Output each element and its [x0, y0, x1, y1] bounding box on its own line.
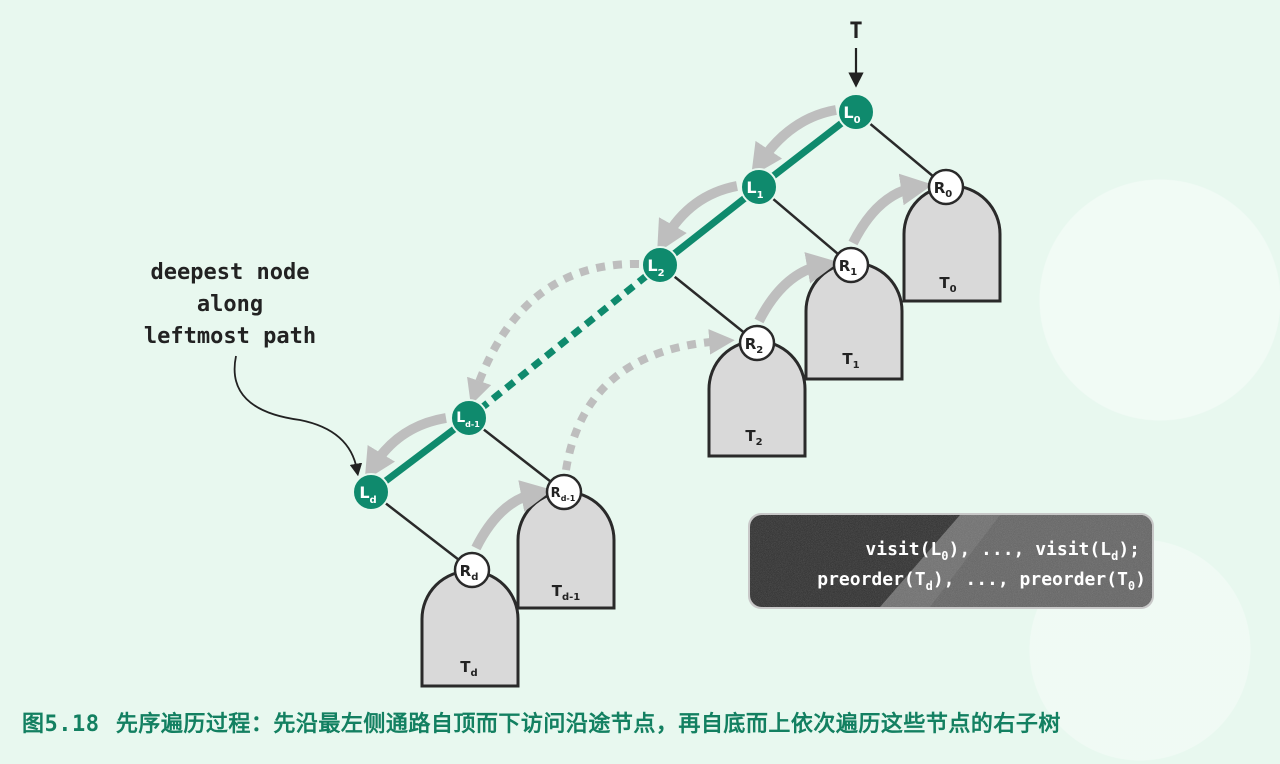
node-ld1: Ld-1 — [450, 399, 488, 437]
caption-text: 先序遍历过程：先沿最左侧通路自顶而下访问沿途节点，再自底而上依次遍历这些节点的右… — [115, 712, 1061, 737]
annotation-line-2: along — [197, 292, 263, 317]
node-rd: Rd — [453, 551, 491, 589]
figure-stage: T deepest node along leftmost path L0 L1… — [0, 0, 1280, 764]
figure-caption: 图5.18 先序遍历过程：先沿最左侧通路自顶而下访问沿途节点，再自底而上依次遍历… — [22, 706, 1258, 746]
code-line-2-seg-4: ) — [1135, 569, 1146, 590]
annotation-line-1: deepest node — [151, 260, 310, 285]
annotation-arrow — [233, 355, 363, 477]
annotation-line-3: leftmost path — [144, 324, 316, 349]
node-l1: L1 — [740, 168, 778, 206]
root-pointer: T — [848, 19, 864, 88]
code-line-2-seg-0: preorder(T — [817, 569, 926, 590]
code-line-2-seg-1: d — [926, 579, 933, 593]
node-rd1: Rd-1 — [545, 473, 583, 511]
code-line-1-seg-2: ), ..., visit(L — [949, 539, 1112, 560]
node-r0: R0 — [927, 168, 965, 206]
path-l2-ld1-dashed — [466, 262, 663, 421]
edge-ld-rd — [370, 491, 473, 571]
arrow-rd1-to-r2-dashed — [562, 329, 735, 471]
preorder-diagram: T deepest node along leftmost path L0 L1… — [144, 19, 1154, 688]
code-line-2: preorder(Td), ..., preorder(T0) — [817, 569, 1146, 593]
caption-fig-label: 图 — [22, 712, 45, 737]
node-r1: R1 — [832, 246, 870, 284]
code-line-1-seg-4: ); — [1118, 539, 1140, 560]
code-line-1-seg-0: visit(L — [865, 539, 941, 560]
subtrees — [420, 184, 1002, 688]
code-line-2-seg-2: ), ..., preorder(T — [933, 569, 1128, 590]
annotation: deepest node along leftmost path — [144, 260, 363, 477]
node-l2: L2 — [641, 246, 679, 284]
node-l0: L0 — [837, 93, 875, 131]
code-line-1: visit(L0), ..., visit(Ld); — [865, 539, 1140, 563]
code-line-1-seg-3: d — [1111, 549, 1118, 563]
code-line-2-seg-3: 0 — [1128, 579, 1135, 593]
code-box: visit(L0), ..., visit(Ld); preorder(Td),… — [748, 513, 1154, 609]
node-r2: R2 — [738, 324, 776, 362]
root-label: T — [849, 19, 862, 44]
code-line-1-seg-1: 0 — [941, 549, 948, 563]
caption-fig-number: 5.18 — [44, 712, 100, 737]
node-ld: Ld — [352, 473, 390, 511]
